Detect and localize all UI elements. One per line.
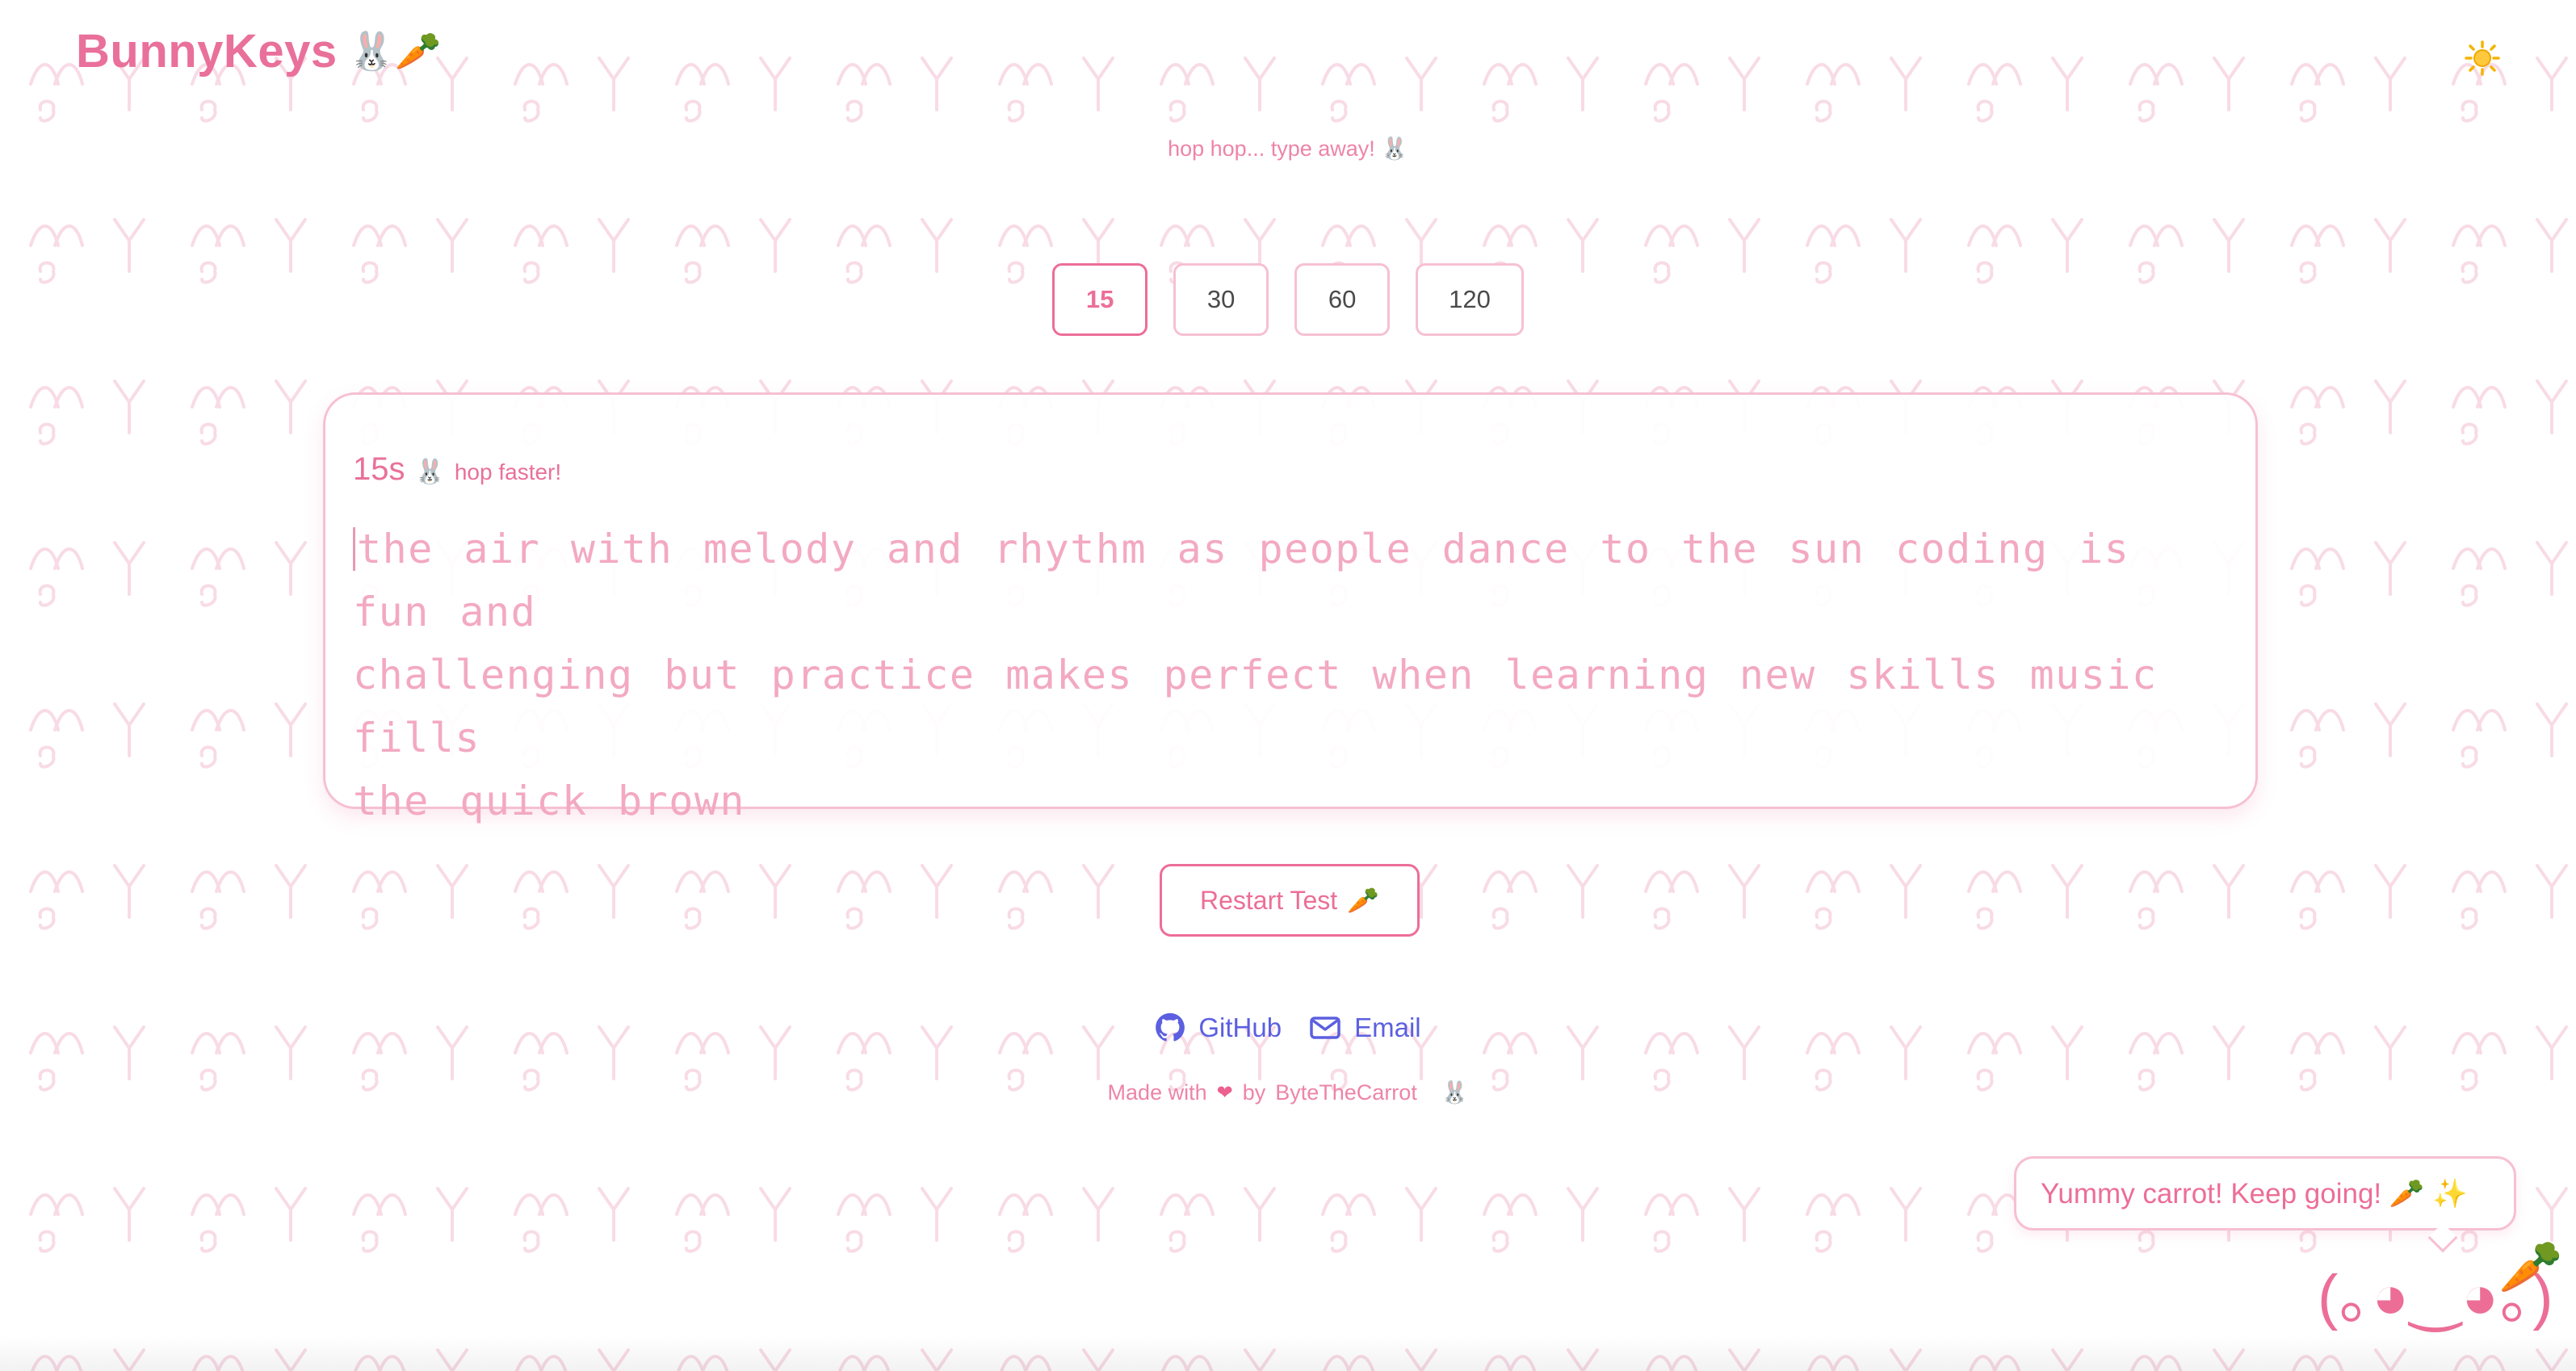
bunny-carrot-icon: 🐰🥕 [348,30,443,72]
text-line-3: the quick brown [353,778,746,824]
footer-links: GitHub Email [0,1013,2576,1043]
author-link[interactable]: ByteTheCarrot [1275,1080,1417,1105]
duration-60-button[interactable]: 60 [1294,263,1391,336]
mail-icon [1310,1017,1340,1039]
github-icon [1156,1013,1185,1042]
mascot-speech-text: Yummy carrot! Keep going! 🥕 ✨ [2041,1177,2468,1210]
duration-120-button[interactable]: 120 [1416,263,1524,336]
mascot-speech-bubble: Yummy carrot! Keep going! 🥕 ✨ [2014,1156,2516,1231]
bunny-icon: 🐰 [414,459,445,485]
tagline: hop hop... type away! 🐰 [1168,136,1408,161]
mascot-carrot-icon: 🥕 [2498,1238,2563,1296]
restart-test-button[interactable]: Restart Test 🥕 [1160,864,1420,937]
brand-name: BunnyKeys [76,25,338,78]
sun-icon [2465,40,2500,76]
email-link[interactable]: Email [1309,1013,1421,1043]
restart-label: Restart Test [1200,885,1338,915]
text-line-2: challenging but practice makes perfect w… [353,652,2158,761]
github-label: GitHub [1198,1013,1282,1042]
timer-hint: hop faster! [454,459,562,484]
made-with-text: Made with [1107,1080,1207,1105]
duration-30-button[interactable]: 30 [1173,263,1269,336]
made-with-credit: Made with ❤ by ByteTheCarrot 🐰 [0,1080,2576,1105]
theme-toggle-button[interactable] [2456,32,2508,84]
typing-area[interactable]: 15s 🐰 hop faster! the air with melody an… [323,392,2258,824]
text-line-1: the air with melody and rhythm as people… [353,518,2210,644]
bunny-icon: 🐰 [1441,1080,1469,1105]
typing-text[interactable]: the air with melody and rhythm as people… [353,518,2210,832]
text-caret [353,527,355,571]
email-label: Email [1354,1013,1421,1042]
timer-value: 15s [353,451,405,487]
heart-icon: ❤ [1216,1081,1233,1104]
timer-row: 15s 🐰 hop faster! [353,451,561,488]
text-line-1-content: the air with melody and rhythm as people… [353,526,2130,635]
github-link[interactable]: GitHub [1155,1013,1282,1043]
by-text: by [1242,1080,1266,1105]
carrot-icon: 🥕 [1347,886,1379,915]
brand-logo[interactable]: BunnyKeys 🐰🥕 [76,24,442,78]
duration-selector: 15 30 60 120 [0,263,2576,336]
duration-15-button[interactable]: 15 [1052,263,1148,336]
